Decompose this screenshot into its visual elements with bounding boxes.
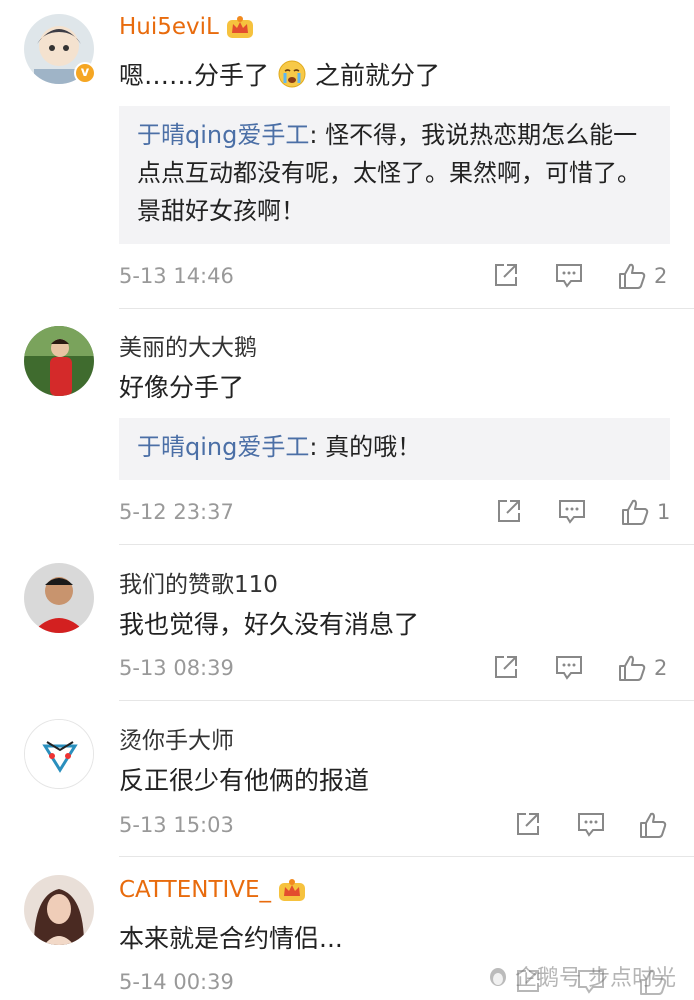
avatar[interactable] [24,326,94,396]
watermark-text: 企鹅号 步点时光 [515,966,676,991]
comment-item: 美丽的大大鹅 好像分手了 于晴qing爱手工: 真的哦！ 5-12 23:37 … [0,310,694,545]
crying-face-icon [278,60,306,88]
timestamp: 5-13 08:39 [119,656,234,680]
thumbs-up-icon [640,812,667,838]
share-button[interactable] [496,498,522,524]
reply-username[interactable]: 于晴qing爱手工 [137,121,309,149]
comment-item: 我们的赞歌110 我也觉得，好久没有消息了 5-13 08:39 2 [0,545,694,701]
username-text: 烫你手大师 [119,728,234,754]
comment-icon [578,813,604,837]
share-icon [495,264,517,286]
like-count: 2 [654,656,668,680]
avatar[interactable] [24,719,94,789]
verified-badge-icon: v [74,62,96,84]
like-button[interactable]: 1 [621,498,670,526]
thumbs-up-icon [619,655,646,681]
penguin-logo-icon [490,968,506,986]
comment-text-part: 之前就分了 [315,61,441,90]
comment-icon [556,656,582,680]
username[interactable]: Hui5eviL [119,14,255,40]
username-text: Hui5eviL [119,14,219,40]
divider [119,308,694,309]
like-button[interactable]: 2 [618,654,667,682]
reply-button[interactable] [577,811,605,837]
avatar[interactable] [24,563,94,633]
username[interactable]: 烫你手大师 [119,721,234,755]
share-button[interactable] [493,654,519,680]
comment-icon [559,500,585,524]
share-button[interactable] [515,811,541,837]
username-text: CATTENTIVE_ [119,877,272,903]
comment-text-part: 好像分手了 [119,373,245,402]
share-button[interactable] [493,262,519,288]
timestamp: 5-13 14:46 [119,264,234,288]
comment-text-part: 本来就是合约情侣... [119,924,343,953]
thumbs-up-icon [619,263,646,289]
comment-item: v Hui5eviL 嗯……分手了 之前就分了 于晴qing爱手工: 怪不得，我… [0,0,694,310]
comment-icon [556,264,582,288]
username[interactable]: 我们的赞歌110 [119,565,278,599]
share-icon [498,500,520,522]
reply-text: : 真的哦！ [309,433,422,461]
comment-text: 本来就是合约情侣... [119,919,343,955]
reply-button[interactable] [555,654,583,680]
like-button[interactable] [639,811,675,839]
username[interactable]: 美丽的大大鹅 [119,328,257,362]
comment-text: 嗯……分手了 之前就分了 [119,56,440,92]
username[interactable]: CATTENTIVE_ [119,877,307,903]
share-icon [517,813,539,835]
comment-item: 烫你手大师 反正很少有他俩的报道 5-13 15:03 [0,701,694,857]
username-text: 我们的赞歌110 [119,572,278,598]
thumbs-up-icon [622,499,649,525]
comment-text-part: 嗯……分手了 [119,61,270,90]
avatar[interactable] [24,875,94,945]
reply-box[interactable]: 于晴qing爱手工: 真的哦！ [119,418,670,480]
like-count: 2 [654,264,668,288]
timestamp: 5-13 15:03 [119,813,234,837]
reply-button[interactable] [558,498,586,524]
like-count: 1 [657,500,671,524]
share-icon [495,656,517,678]
comment-text: 反正很少有他俩的报道 [119,761,369,797]
reply-button[interactable] [555,262,583,288]
vip-crown-icon [226,16,253,38]
comment-text-part: 反正很少有他俩的报道 [119,766,370,795]
like-button[interactable]: 2 [618,262,667,290]
comment-text-part: 我也觉得，好久没有消息了 [119,610,420,639]
reply-box[interactable]: 于晴qing爱手工: 怪不得，我说热恋期怎么能一点点互动都没有呢，太怪了。果然啊… [119,106,670,244]
comment-text: 好像分手了 [119,368,244,404]
reply-username[interactable]: 于晴qing爱手工 [137,433,309,461]
watermark: 企鹅号 步点时光 [487,960,676,992]
timestamp: 5-12 23:37 [119,500,234,524]
timestamp: 5-14 00:39 [119,970,234,994]
vip-crown-icon [279,879,306,901]
username-text: 美丽的大大鹅 [119,335,257,361]
comment-text: 我也觉得，好久没有消息了 [119,605,419,641]
